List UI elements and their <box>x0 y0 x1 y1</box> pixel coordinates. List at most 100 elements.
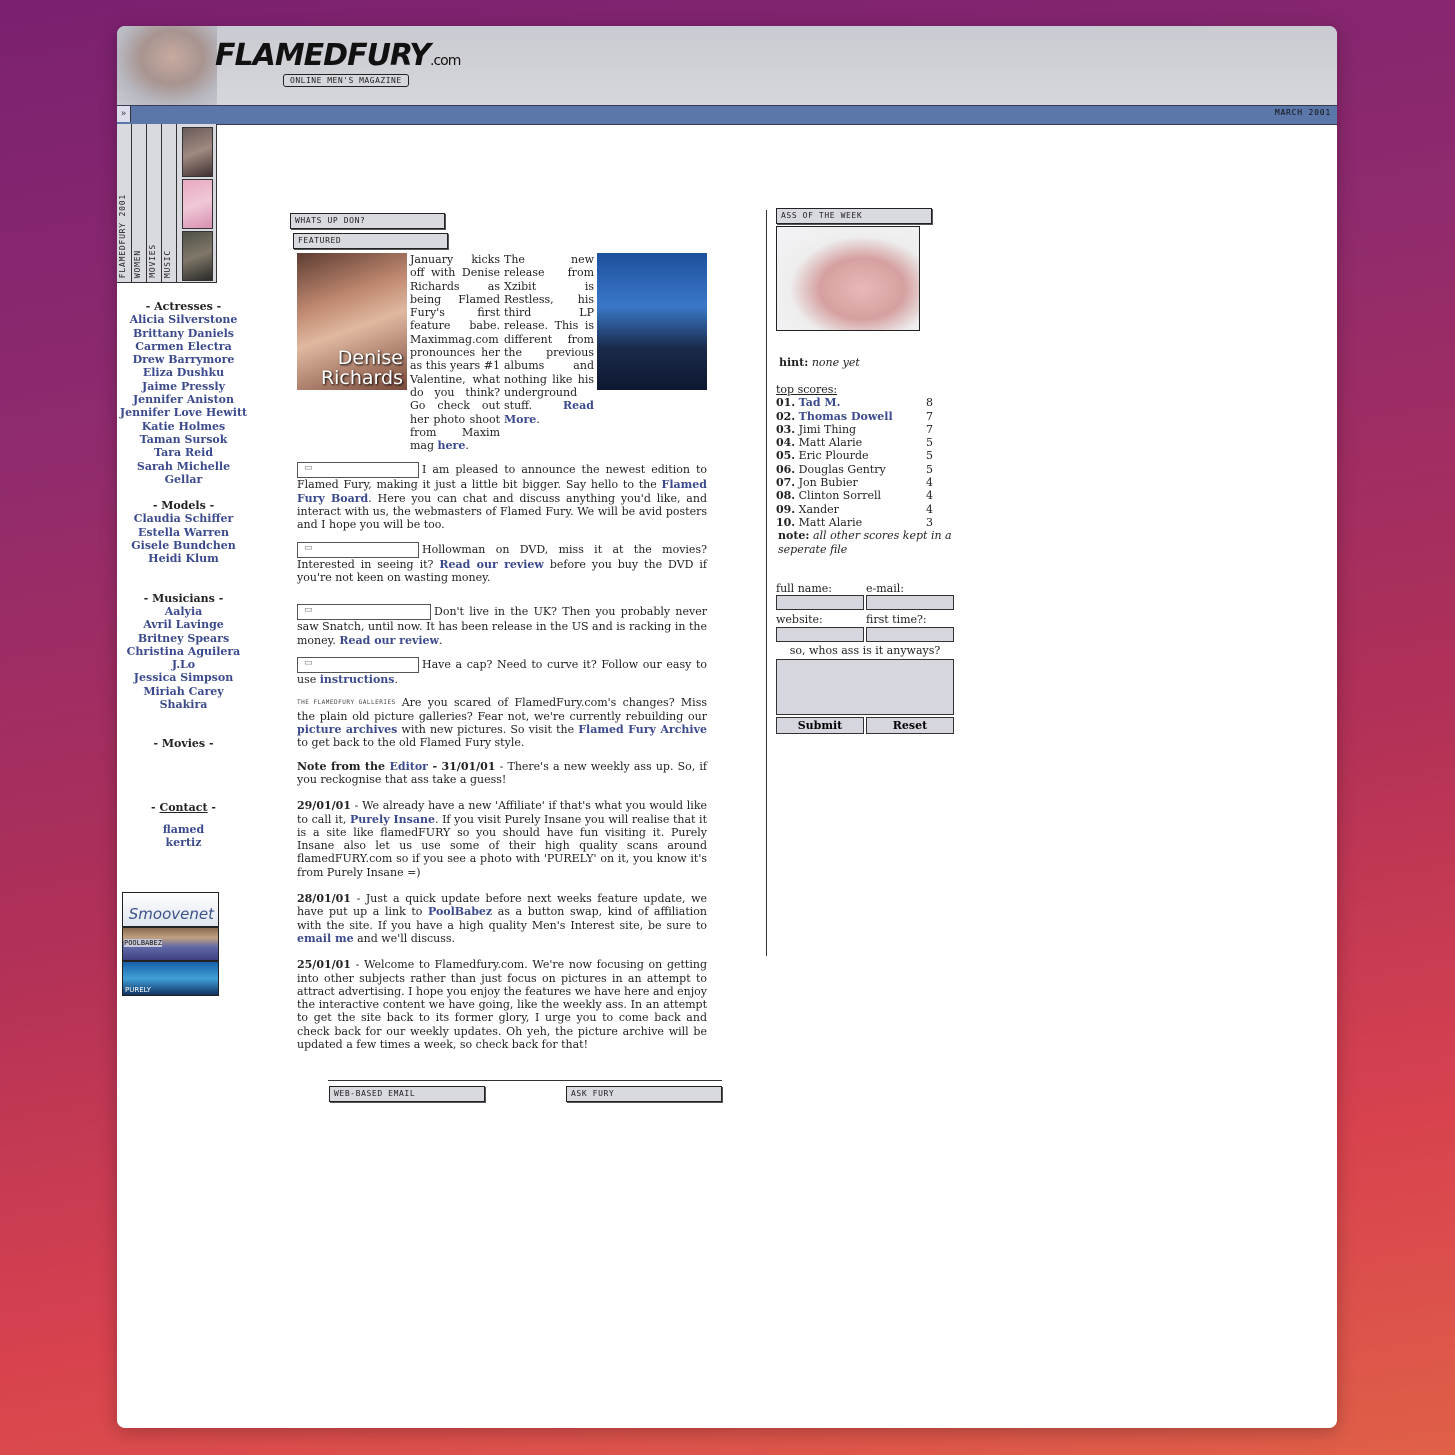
musician-link[interactable]: J.Lo <box>117 658 250 671</box>
movies-section: - Movies - <box>117 737 250 750</box>
editor-note-date: - 31/01/01 <box>427 759 496 773</box>
actress-link[interactable]: Jennifer Aniston <box>117 393 250 406</box>
collapse-icon[interactable]: » <box>117 106 131 122</box>
editor-link[interactable]: Editor <box>390 760 428 773</box>
feature-left-text: January kicks off with Denise Richards a… <box>410 253 500 453</box>
purely-insane-link[interactable]: Purely Insane <box>350 813 435 826</box>
actress-link[interactable]: Eliza Dushku <box>117 366 250 379</box>
snatch-text-end: . <box>439 633 443 647</box>
hint-line: hint: none yet <box>779 356 860 369</box>
submit-button[interactable]: Submit <box>776 716 864 734</box>
score-row: 07. Jon Bubier 4 <box>776 476 966 489</box>
email-label: e-mail: <box>866 582 904 595</box>
actress-link[interactable]: Brittany Daniels <box>117 327 250 340</box>
snatch-review-link[interactable]: Read our review <box>339 634 439 647</box>
model-link[interactable]: Claudia Schiffer <box>117 512 250 525</box>
contact-link[interactable]: Contact <box>159 801 207 814</box>
scorer-link[interactable]: Tad M. <box>799 396 841 409</box>
editor-note: Note from the Editor - 31/01/01 - There'… <box>297 760 707 787</box>
main-content: Denise Richards January kicks off with De… <box>297 253 707 1061</box>
score-row: 03. Jimi Thing 7 <box>776 423 966 436</box>
note-label: note: <box>778 529 810 543</box>
photo-caption: Denise Richards <box>321 348 403 388</box>
score-entry: 01. Tad M. <box>776 396 926 409</box>
galleries-news: THE FLAMEDFURY GALLERIES Are you scared o… <box>297 696 707 750</box>
nav-tab-women[interactable]: WOMEN <box>132 124 147 282</box>
actress-link[interactable]: Jaime Pressly <box>117 380 250 393</box>
musician-link[interactable]: Jessica Simpson <box>117 671 250 684</box>
musician-link[interactable]: Britney Spears <box>117 632 250 645</box>
browser-window: FLAMEDFURY.com ONLINE MEN'S MAGAZINE » M… <box>117 26 1337 1428</box>
feature-read-more-link[interactable]: Read <box>563 399 594 412</box>
ask-fury-banner[interactable]: ASK FURY <box>566 1086 722 1102</box>
flamed-fury-archive-link[interactable]: Flamed Fury Archive <box>578 723 707 736</box>
actress-link[interactable]: Katie Holmes <box>117 420 250 433</box>
left-sidebar: - Actresses - Alicia Silverstone Brittan… <box>117 300 250 863</box>
full-name-input[interactable] <box>776 595 864 611</box>
web-based-email-banner[interactable]: WEB-BASED EMAIL <box>329 1086 485 1102</box>
whats-up-banner: WHATS UP DON? <box>290 213 445 229</box>
model-link[interactable]: Estella Warren <box>117 526 250 539</box>
denise-richards-photo[interactable]: Denise Richards <box>297 253 407 390</box>
score-rank: 07. <box>776 476 796 490</box>
model-link[interactable]: Gisele Bundchen <box>117 539 250 552</box>
contact-person-link[interactable]: kertiz <box>117 836 250 849</box>
email-input[interactable] <box>866 595 954 611</box>
score-value: 8 <box>926 396 933 410</box>
smoovenet-label: Smoovenet <box>128 905 214 923</box>
nav-thumbnail-music[interactable] <box>182 231 213 281</box>
actress-link[interactable]: Drew Barrymore <box>117 353 250 366</box>
musician-link[interactable]: Aalyia <box>117 605 250 618</box>
score-rank: 01. <box>776 396 796 410</box>
musician-link[interactable]: Avril Lavinge <box>117 618 250 631</box>
actress-link[interactable]: Taman Sursok <box>117 433 250 446</box>
feature-right-text: The new release from Xzibit is Restless,… <box>504 253 594 426</box>
scorer-link[interactable]: Thomas Dowell <box>799 410 893 423</box>
actress-link[interactable]: Tara Reid <box>117 446 250 459</box>
board-news: I am pleased to announce the newest edit… <box>297 462 707 531</box>
musician-link[interactable]: Shakira <box>117 698 250 711</box>
actress-link[interactable]: Carmen Electra <box>117 340 250 353</box>
nav-thumbnail-women[interactable] <box>182 127 213 177</box>
score-rank: 06. <box>776 462 796 476</box>
smoovenet-badge[interactable]: Smoovenet <box>122 892 219 927</box>
ass-of-week-photo[interactable] <box>776 226 920 331</box>
update-text-end: and we'll discuss. <box>353 931 455 945</box>
question-label: so, whos ass is it anyways? <box>789 643 941 657</box>
hollowman-review-link[interactable]: Read our review <box>439 558 544 571</box>
reset-button[interactable]: Reset <box>866 716 954 734</box>
first-time-input[interactable] <box>866 626 954 642</box>
editor-note-label: Note from the <box>297 759 390 773</box>
nav-thumbnail-movies[interactable] <box>182 179 213 229</box>
picture-archives-link[interactable]: picture archives <box>297 723 397 736</box>
musician-link[interactable]: Christina Aguilera <box>117 645 250 658</box>
nav-tab-home[interactable]: FLAMEDFURY 2001 <box>117 124 132 282</box>
actress-link[interactable]: Alicia Silverstone <box>117 313 250 326</box>
update-280101: 28/01/01 - Just a quick update before ne… <box>297 892 707 945</box>
poolbabez-badge[interactable]: POOLBABEZ <box>122 927 219 961</box>
actress-link[interactable]: Sarah Michelle Gellar <box>117 460 250 487</box>
guess-textarea[interactable] <box>776 658 954 715</box>
update-date: 28/01/01 <box>297 892 351 906</box>
website-input[interactable] <box>776 626 864 642</box>
cap-text-end: . <box>394 672 398 686</box>
nav-tab-movies[interactable]: MOVIES <box>147 124 162 282</box>
instructions-link[interactable]: instructions <box>320 673 395 686</box>
cap-news: Have a cap? Need to curve it? Follow our… <box>297 656 707 686</box>
feature-left-link[interactable]: here <box>438 439 466 452</box>
model-link[interactable]: Heidi Klum <box>117 552 250 565</box>
feature-more-link[interactable]: More <box>504 413 536 426</box>
musician-link[interactable]: Miriah Carey <box>117 685 250 698</box>
news-title-image <box>297 656 419 673</box>
email-me-link[interactable]: email me <box>297 932 354 945</box>
contact-person-link[interactable]: flamed <box>117 823 250 836</box>
actress-link[interactable]: Jennifer Love Hewitt <box>117 406 250 419</box>
actresses-heading: - Actresses - <box>145 300 222 313</box>
xzibit-photo[interactable] <box>597 253 707 390</box>
poolbabez-link[interactable]: PoolBabez <box>428 905 492 918</box>
purely-badge[interactable]: PURELY <box>122 961 219 996</box>
nav-tab-music[interactable]: MUSIC <box>162 124 177 282</box>
contact-suffix: - <box>207 800 216 814</box>
site-logo[interactable]: FLAMEDFURY.com <box>215 38 461 73</box>
score-entry: 08. Clinton Sorrell <box>776 489 926 502</box>
